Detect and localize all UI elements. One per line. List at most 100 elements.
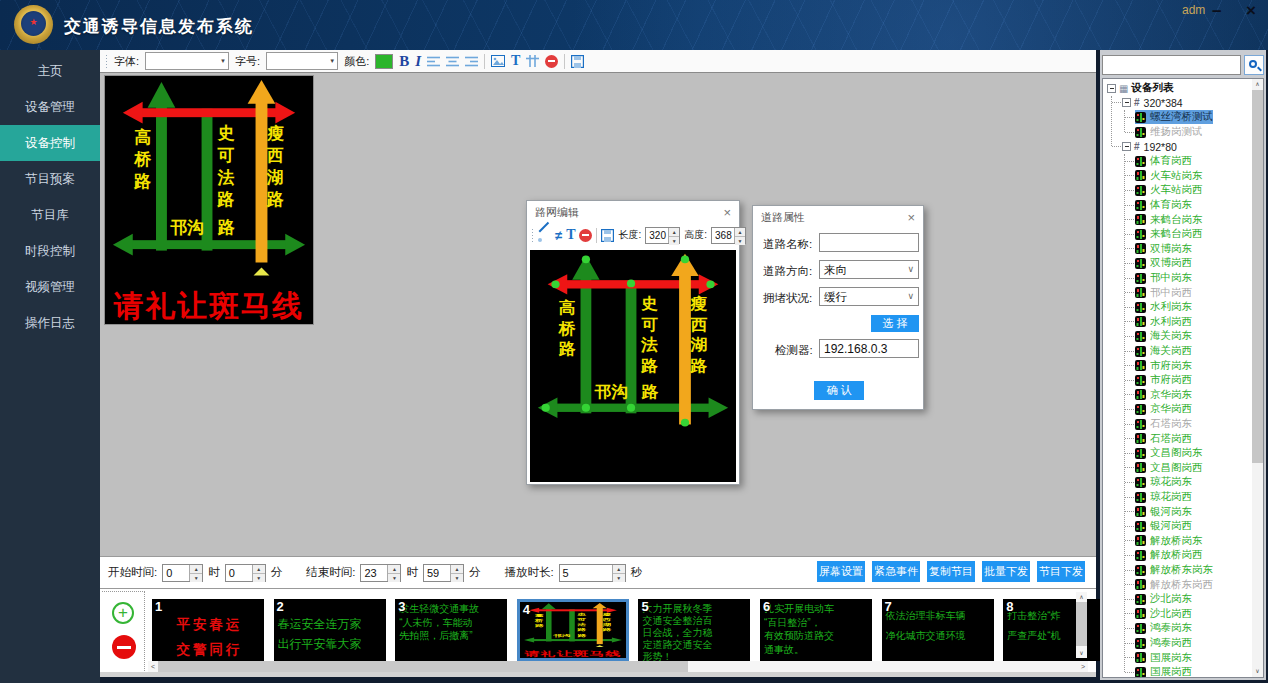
device-item[interactable]: 海关岗东 [1103, 329, 1263, 344]
device-item[interactable]: 国展岗东 [1103, 650, 1263, 665]
playlist-thumb-6[interactable]: 6扎实开展电动车 “百日整治”， 有效预防道路交 通事故。 [760, 599, 872, 661]
remove-program-button[interactable] [112, 635, 136, 659]
start-min-spinner[interactable]: 0▲▼ [225, 564, 266, 582]
expander-icon[interactable] [1122, 98, 1131, 107]
device-tree-root[interactable]: ▦设备列表 [1103, 81, 1263, 96]
device-item[interactable]: 京华岗西 [1103, 402, 1263, 417]
delete-icon[interactable] [545, 55, 558, 68]
device-item[interactable]: 来鹤台岗西 [1103, 227, 1263, 242]
device-item[interactable]: 火车站岗西 [1103, 183, 1263, 198]
sidebar-item-1[interactable]: 设备管理 [0, 89, 100, 125]
align-left-icon[interactable] [427, 56, 440, 67]
device-item[interactable]: 琼花岗东 [1103, 475, 1263, 490]
save-icon[interactable] [571, 55, 584, 68]
duration-spinner[interactable]: 5▲▼ [559, 564, 626, 582]
device-item[interactable]: 双博岗东 [1103, 242, 1263, 257]
device-item[interactable]: 水利岗东 [1103, 300, 1263, 315]
add-program-button[interactable]: + [112, 602, 134, 624]
height-spinner[interactable]: 368▲▼ [711, 227, 746, 244]
device-item[interactable]: 解放桥岗西 [1103, 548, 1263, 563]
roadnet-delete-icon[interactable] [579, 229, 592, 242]
device-item[interactable]: 银河岗西 [1103, 519, 1263, 534]
tree-scrollbar[interactable]: ∧∨ [1252, 79, 1263, 677]
device-group-320*384[interactable]: #320*384 [1103, 96, 1263, 111]
sidebar-item-2[interactable]: 设备控制 [0, 125, 100, 161]
draw-road-icon[interactable] [538, 229, 551, 242]
device-item[interactable]: 国展岗西 [1103, 665, 1263, 678]
playlist-thumb-2[interactable]: 2春运安全连万家 出行平安靠大家 [274, 599, 386, 661]
playlist-thumb-1[interactable]: 1平安春运 交警同行 [152, 599, 264, 661]
align-center-icon[interactable] [446, 56, 459, 67]
road-name-input[interactable] [819, 233, 919, 252]
font-select[interactable]: ▼ [145, 52, 229, 70]
device-search-input[interactable] [1102, 55, 1241, 75]
sidebar-item-6[interactable]: 视频管理 [0, 269, 100, 305]
italic-icon[interactable]: I [415, 53, 421, 70]
align-right-icon[interactable] [465, 56, 478, 67]
playlist-hscrollbar[interactable]: < > [148, 661, 1088, 672]
device-item[interactable]: 解放桥东岗西 [1103, 577, 1263, 592]
playlist-thumb-4[interactable]: 4高桥路史可法路瘦西湖路邗沟路请礼让斑马线 [517, 599, 629, 661]
end-min-spinner[interactable]: 59▲▼ [423, 564, 464, 582]
playlist-thumb-5[interactable]: 5大力开展秋冬季 交通安全整治百 日会战，全力稳 定道路交通安全 形势！ [638, 599, 750, 661]
props-dialog-close-icon[interactable]: × [907, 210, 915, 225]
text-tool-icon[interactable]: T [511, 53, 520, 69]
jam-select[interactable]: 缓行∨ [819, 287, 919, 306]
device-item[interactable]: 解放桥东岗东 [1103, 563, 1263, 578]
device-item[interactable]: 京华岗东 [1103, 388, 1263, 403]
schedule-button-4[interactable]: 节目下发 [1037, 561, 1085, 582]
schedule-button-0[interactable]: 屏幕设置 [817, 561, 865, 582]
image-icon[interactable] [491, 55, 505, 67]
playlist-vscrollbar[interactable]: ∧ ∨ [1076, 592, 1087, 658]
device-item[interactable]: 双博岗西 [1103, 256, 1263, 271]
expander-icon[interactable] [1107, 84, 1116, 93]
device-item[interactable]: 维扬岗测试 [1103, 125, 1263, 140]
length-spinner[interactable]: 320▲▼ [645, 227, 680, 244]
device-item[interactable]: 沙北岗东 [1103, 592, 1263, 607]
sidebar-item-5[interactable]: 时段控制 [0, 233, 100, 269]
confirm-button[interactable]: 确 认 [814, 381, 864, 400]
close-button[interactable]: × [1246, 1, 1256, 21]
device-item[interactable]: 体育岗东 [1103, 198, 1263, 213]
search-button[interactable] [1244, 55, 1264, 75]
device-item[interactable]: 石塔岗西 [1103, 431, 1263, 446]
expander-icon[interactable] [1122, 142, 1131, 151]
device-item[interactable]: 螺丝湾桥测试 [1103, 110, 1263, 125]
device-item[interactable]: 解放桥岗东 [1103, 534, 1263, 549]
schedule-button-2[interactable]: 复制节目 [927, 561, 975, 582]
device-item[interactable]: 邗中岗东 [1103, 271, 1263, 286]
color-swatch[interactable] [375, 54, 393, 69]
playlist-thumb-8[interactable]: 8打击整治“炸 严查严处“机 [1003, 599, 1115, 661]
device-item[interactable]: 琼花岗西 [1103, 490, 1263, 505]
road-dir-select[interactable]: 来向∨ [819, 260, 919, 279]
playlist-thumb-3[interactable]: 3发生轻微交通事故 “人未伤，车能动 先拍照，后撤离” [395, 599, 507, 661]
schedule-button-3[interactable]: 批量下发 [982, 561, 1030, 582]
roadnet-text-icon[interactable]: T [566, 227, 575, 243]
sidebar-item-7[interactable]: 操作日志 [0, 305, 100, 341]
minimize-button[interactable]: – [1212, 1, 1221, 21]
end-hour-spinner[interactable]: 23▲▼ [360, 564, 401, 582]
device-group-192*80[interactable]: #192*80 [1103, 139, 1263, 154]
device-item[interactable]: 体育岗西 [1103, 154, 1263, 169]
sidebar-item-4[interactable]: 节目库 [0, 197, 100, 233]
size-select[interactable]: ▼ [266, 52, 338, 70]
time-tool-icon[interactable] [526, 55, 539, 67]
detector-input[interactable]: 192.168.0.3 [819, 339, 919, 358]
device-item[interactable]: 鸿泰岗东 [1103, 621, 1263, 636]
device-item[interactable]: 火车站岗东 [1103, 169, 1263, 184]
device-item[interactable]: 市府岗西 [1103, 373, 1263, 388]
playlist-thumb-7[interactable]: 7依法治理非标车辆 净化城市交通环境 [882, 599, 994, 661]
device-item[interactable]: 市府岗东 [1103, 358, 1263, 373]
choose-button[interactable]: 选 择 [871, 315, 919, 332]
device-item[interactable]: 海关岗西 [1103, 344, 1263, 359]
device-item[interactable]: 文昌阁岗西 [1103, 461, 1263, 476]
schedule-button-1[interactable]: 紧急事件 [872, 561, 920, 582]
roadnet-dialog-close-icon[interactable]: × [723, 205, 731, 220]
device-item[interactable]: 来鹤台岗东 [1103, 212, 1263, 227]
sidebar-item-3[interactable]: 节目预案 [0, 161, 100, 197]
bold-icon[interactable]: B [399, 53, 409, 70]
roadnet-save-icon[interactable] [601, 229, 614, 242]
device-item[interactable]: 银河岗东 [1103, 504, 1263, 519]
roadnet-canvas[interactable]: 高桥路史可法路瘦西湖路邗沟路 [530, 250, 736, 482]
device-item[interactable]: 石塔岗东 [1103, 417, 1263, 432]
